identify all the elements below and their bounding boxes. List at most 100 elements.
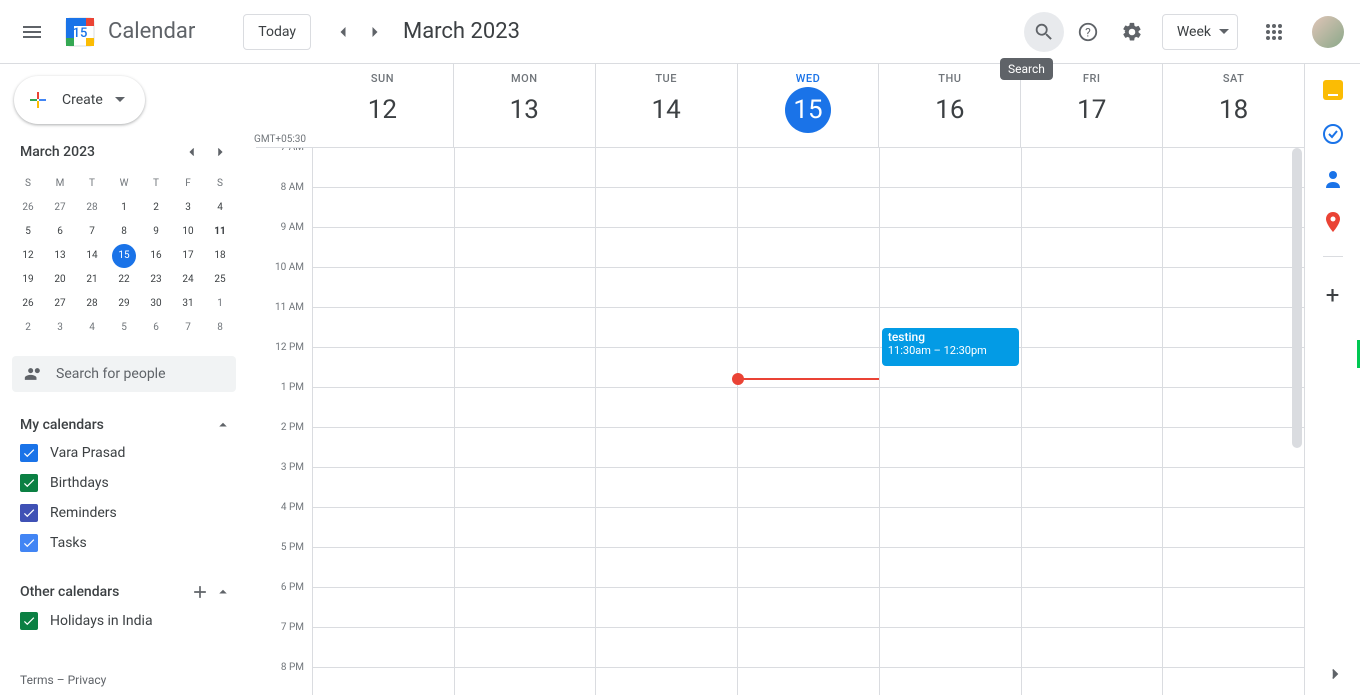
add-calendar-icon[interactable] — [190, 582, 210, 602]
day-header[interactable]: THU16 — [878, 64, 1020, 147]
mini-day-cell[interactable]: 4 — [80, 316, 104, 340]
day-column[interactable] — [312, 148, 454, 695]
mini-day-cell[interactable]: 18 — [208, 244, 232, 268]
calendar-item[interactable]: Vara Prasad — [12, 438, 236, 468]
mini-day-cell[interactable]: 28 — [80, 292, 104, 316]
mini-day-cell[interactable]: 20 — [48, 268, 72, 292]
mini-day-cell[interactable]: 1 — [208, 292, 232, 316]
mini-day-cell[interactable]: 14 — [80, 244, 104, 268]
day-header[interactable]: SAT18 — [1162, 64, 1304, 147]
day-header[interactable]: SUN12 — [312, 64, 453, 147]
day-header[interactable]: WED15 — [737, 64, 879, 147]
grid-body[interactable]: 7 AM8 AM9 AM10 AM11 AM12 PM1 PM2 PM3 PM4… — [256, 148, 1304, 695]
next-week-button[interactable] — [359, 16, 391, 48]
mini-day-cell[interactable]: 15 — [112, 244, 136, 268]
mini-day-cell[interactable]: 1 — [112, 196, 136, 220]
scrollbar[interactable] — [1292, 148, 1302, 448]
mini-day-cell[interactable]: 7 — [80, 220, 104, 244]
grid-columns[interactable]: testing11:30am – 12:30pm — [312, 148, 1304, 695]
mini-day-cell[interactable]: 4 — [208, 196, 232, 220]
calendar-item[interactable]: Holidays in India — [12, 606, 236, 636]
day-column[interactable]: testing11:30am – 12:30pm — [879, 148, 1021, 695]
mini-next-button[interactable] — [208, 140, 232, 164]
day-column[interactable] — [1021, 148, 1163, 695]
mini-day-cell[interactable]: 13 — [48, 244, 72, 268]
account-avatar[interactable] — [1312, 16, 1344, 48]
calendar-checkbox[interactable] — [20, 444, 38, 462]
calendar-item[interactable]: Birthdays — [12, 468, 236, 498]
day-column[interactable] — [454, 148, 596, 695]
mini-day-cell[interactable]: 16 — [144, 244, 168, 268]
create-button[interactable]: Create — [14, 76, 145, 124]
day-column[interactable] — [1162, 148, 1304, 695]
mini-day-cell[interactable]: 27 — [48, 292, 72, 316]
mini-cal-title: March 2023 — [20, 144, 95, 160]
mini-day-cell[interactable]: 30 — [144, 292, 168, 316]
mini-day-cell[interactable]: 7 — [176, 316, 200, 340]
calendar-event[interactable]: testing11:30am – 12:30pm — [882, 328, 1019, 366]
search-button[interactable] — [1024, 12, 1064, 52]
mini-day-cell[interactable]: 23 — [144, 268, 168, 292]
calendar-checkbox[interactable] — [20, 612, 38, 630]
apps-button[interactable] — [1254, 12, 1294, 52]
mini-day-cell[interactable]: 6 — [48, 220, 72, 244]
mini-day-cell[interactable]: 6 — [144, 316, 168, 340]
calendar-item[interactable]: Reminders — [12, 498, 236, 528]
mini-day-cell[interactable]: 2 — [16, 316, 40, 340]
prev-week-button[interactable] — [327, 16, 359, 48]
mini-day-cell[interactable]: 26 — [16, 196, 40, 220]
mini-day-cell[interactable]: 12 — [16, 244, 40, 268]
day-header[interactable]: MON13 — [453, 64, 595, 147]
mini-day-cell[interactable]: 26 — [16, 292, 40, 316]
search-people-input[interactable]: Search for people — [12, 356, 236, 392]
current-month-title: March 2023 — [403, 19, 520, 44]
mini-day-cell[interactable]: 22 — [112, 268, 136, 292]
contacts-app-icon[interactable] — [1323, 168, 1343, 188]
mini-day-cell[interactable]: 11 — [208, 220, 232, 244]
mini-day-cell[interactable]: 8 — [208, 316, 232, 340]
calendar-checkbox[interactable] — [20, 504, 38, 522]
mini-day-cell[interactable]: 28 — [80, 196, 104, 220]
day-header[interactable]: TUE14 — [595, 64, 737, 147]
view-selector[interactable]: Week — [1162, 14, 1238, 50]
day-column[interactable] — [737, 148, 879, 695]
mini-day-cell[interactable]: 17 — [176, 244, 200, 268]
mini-day-cell[interactable]: 5 — [16, 220, 40, 244]
calendar-item[interactable]: Tasks — [12, 528, 236, 558]
mini-day-cell[interactable]: 3 — [176, 196, 200, 220]
help-button[interactable]: ? — [1068, 12, 1108, 52]
mini-day-cell[interactable]: 2 — [144, 196, 168, 220]
mini-day-cell[interactable]: 29 — [112, 292, 136, 316]
mini-day-cell[interactable]: 8 — [112, 220, 136, 244]
time-label: 7 PM — [256, 622, 312, 662]
day-column[interactable] — [595, 148, 737, 695]
mini-day-cell[interactable]: 31 — [176, 292, 200, 316]
keep-app-icon[interactable] — [1323, 80, 1343, 100]
maps-app-icon[interactable] — [1323, 212, 1343, 232]
mini-prev-button[interactable] — [180, 140, 204, 164]
terms-link[interactable]: Terms — [20, 673, 54, 687]
expand-panel-button[interactable] — [1326, 665, 1344, 683]
time-label: 6 PM — [256, 582, 312, 622]
other-calendars-toggle[interactable]: Other calendars — [12, 578, 236, 606]
mini-day-cell[interactable]: 19 — [16, 268, 40, 292]
add-addon-button[interactable]: + — [1326, 281, 1340, 309]
tasks-app-icon[interactable] — [1323, 124, 1343, 144]
mini-day-cell[interactable]: 5 — [112, 316, 136, 340]
search-people-placeholder: Search for people — [56, 366, 166, 382]
calendar-checkbox[interactable] — [20, 534, 38, 552]
mini-day-cell[interactable]: 27 — [48, 196, 72, 220]
mini-day-cell[interactable]: 3 — [48, 316, 72, 340]
plus-multicolor-icon — [26, 88, 50, 112]
today-button[interactable]: Today — [243, 14, 311, 50]
main-menu-button[interactable] — [8, 8, 56, 56]
mini-day-cell[interactable]: 9 — [144, 220, 168, 244]
mini-day-cell[interactable]: 24 — [176, 268, 200, 292]
mini-day-cell[interactable]: 25 — [208, 268, 232, 292]
calendar-checkbox[interactable] — [20, 474, 38, 492]
my-calendars-toggle[interactable]: My calendars — [12, 412, 236, 438]
settings-button[interactable] — [1112, 12, 1152, 52]
mini-day-cell[interactable]: 10 — [176, 220, 200, 244]
privacy-link[interactable]: Privacy — [68, 673, 107, 687]
mini-day-cell[interactable]: 21 — [80, 268, 104, 292]
